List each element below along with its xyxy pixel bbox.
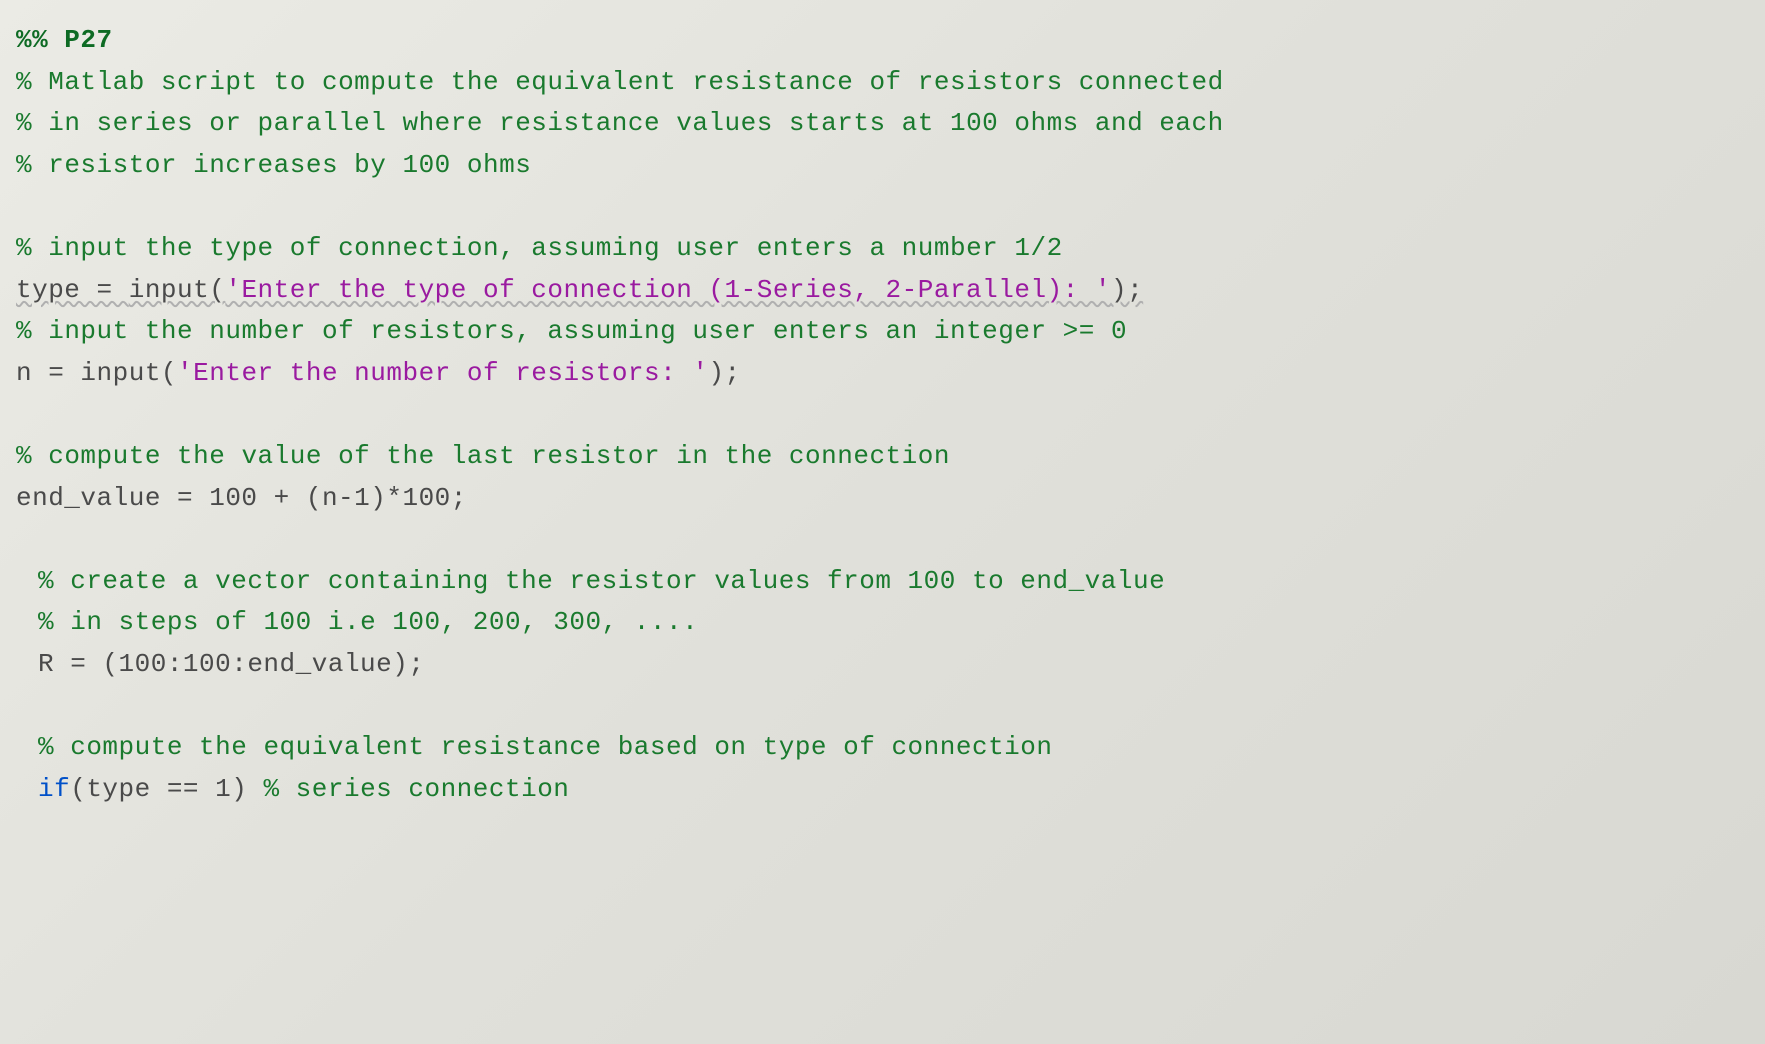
- code-line-input-type[interactable]: type = input('Enter the type of connecti…: [16, 270, 1749, 312]
- code-line-section[interactable]: %% P27: [16, 20, 1749, 62]
- blank-line: [16, 686, 1749, 728]
- blank-line: [16, 186, 1749, 228]
- keyword-if: if: [38, 774, 70, 804]
- code-line-comment[interactable]: % input the number of resistors, assumin…: [16, 311, 1749, 353]
- variable-assign: n =: [16, 358, 80, 388]
- code-line-comment[interactable]: % Matlab script to compute the equivalen…: [16, 62, 1749, 104]
- code-line-comment[interactable]: % input the type of connection, assuming…: [16, 228, 1749, 270]
- section-comment: %% P27: [16, 25, 113, 55]
- comment-text: % in series or parallel where resistance…: [16, 108, 1224, 138]
- expression: R = (100:100:end_value);: [38, 649, 424, 679]
- code-line-comment[interactable]: % in series or parallel where resistance…: [16, 103, 1749, 145]
- comment-text: % compute the equivalent resistance base…: [38, 732, 1052, 762]
- inline-comment: % series connection: [263, 774, 569, 804]
- comment-text: % compute the value of the last resistor…: [16, 441, 950, 471]
- code-line-input-n[interactable]: n = input('Enter the number of resistors…: [16, 353, 1749, 395]
- comment-text: % resistor increases by 100 ohms: [16, 150, 531, 180]
- blank-line: [16, 394, 1749, 436]
- code-line-comment[interactable]: % compute the equivalent resistance base…: [16, 727, 1749, 769]
- expression: end_value = 100 + (n-1)*100;: [16, 483, 467, 513]
- code-line-comment[interactable]: % create a vector containing the resisto…: [16, 561, 1749, 603]
- variable-assign: type =: [16, 275, 129, 305]
- code-line-comment[interactable]: % resistor increases by 100 ohms: [16, 145, 1749, 187]
- code-line-comment[interactable]: % in steps of 100 i.e 100, 200, 300, ...…: [16, 602, 1749, 644]
- blank-line: [16, 519, 1749, 561]
- comment-text: % create a vector containing the resisto…: [38, 566, 1165, 596]
- comment-text: % input the type of connection, assuming…: [16, 233, 1063, 263]
- code-line-vector-r[interactable]: R = (100:100:end_value);: [16, 644, 1749, 686]
- code-line-comment[interactable]: % compute the value of the last resistor…: [16, 436, 1749, 478]
- code-editor[interactable]: %% P27 % Matlab script to compute the eq…: [16, 20, 1749, 810]
- function-call: input(: [80, 358, 177, 388]
- condition: (type == 1): [70, 774, 263, 804]
- comment-text: % input the number of resistors, assumin…: [16, 316, 1127, 346]
- code-line-if[interactable]: if(type == 1) % series connection: [16, 769, 1749, 811]
- string-literal: 'Enter the number of resistors: ': [177, 358, 708, 388]
- code-line-endvalue[interactable]: end_value = 100 + (n-1)*100;: [16, 478, 1749, 520]
- function-call: input(: [129, 275, 226, 305]
- close-paren: );: [708, 358, 740, 388]
- comment-text: % Matlab script to compute the equivalen…: [16, 67, 1224, 97]
- comment-text: % in steps of 100 i.e 100, 200, 300, ...…: [38, 607, 698, 637]
- close-paren: );: [1111, 275, 1143, 305]
- string-literal: 'Enter the type of connection (1-Series,…: [225, 275, 1111, 305]
